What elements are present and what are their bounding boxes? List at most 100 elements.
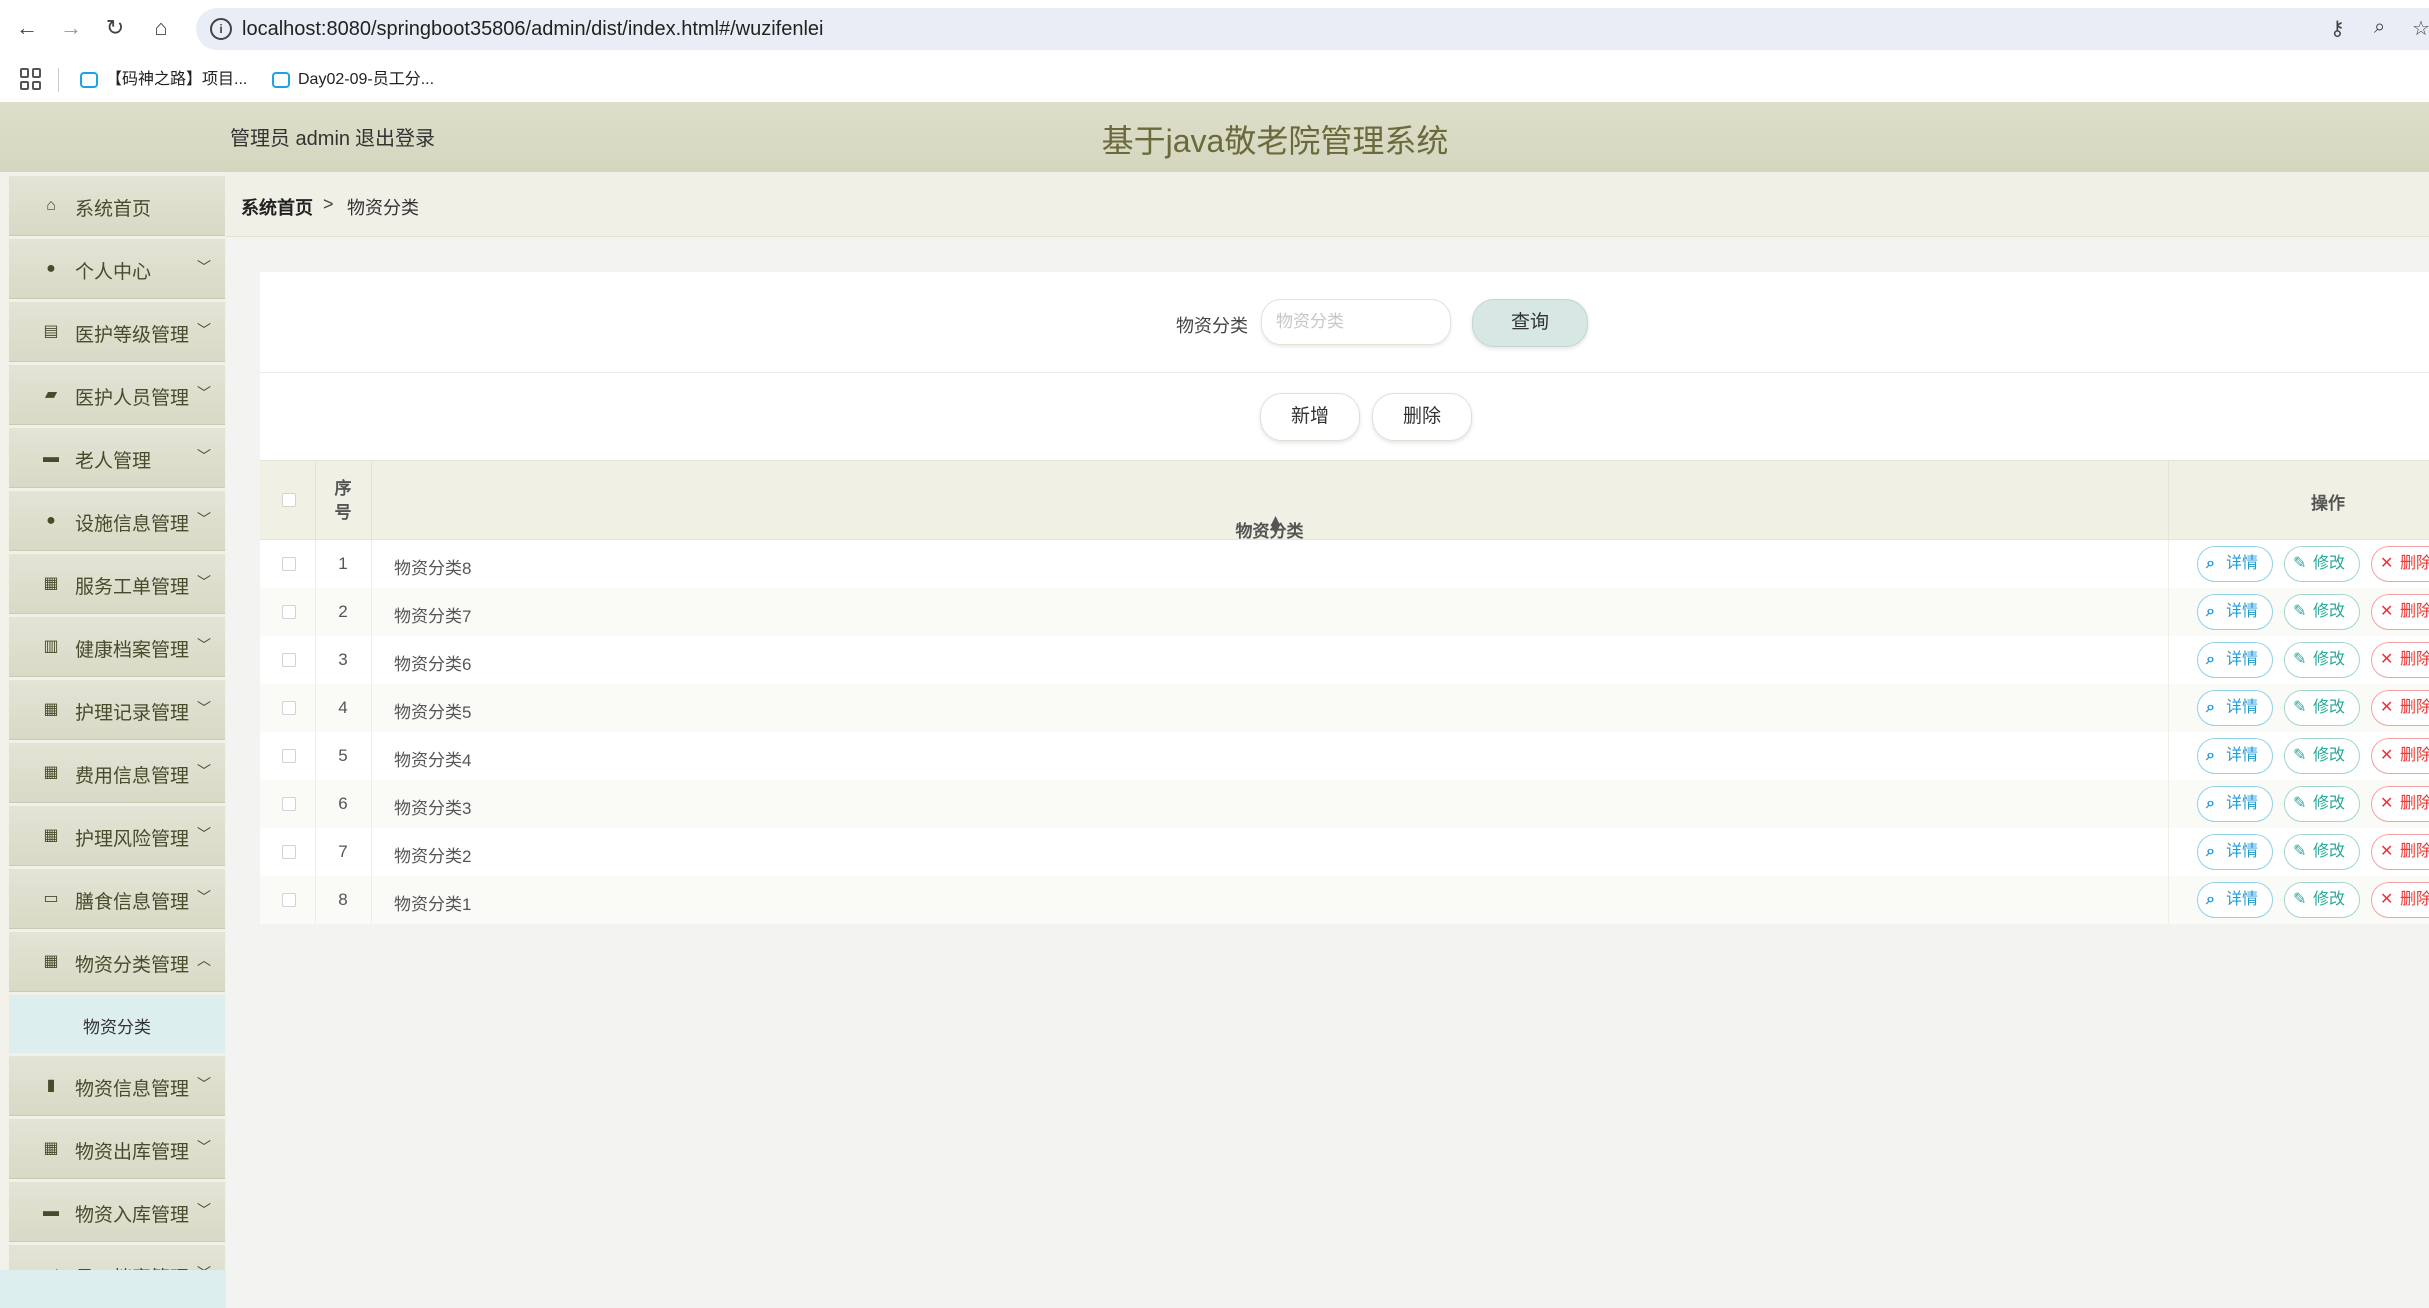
row-index: 8 <box>338 890 348 909</box>
detail-button[interactable]: ⌕ 详情 <box>2197 690 2273 726</box>
detail-button[interactable]: ⌕ 详情 <box>2197 642 2273 678</box>
sidebar-item[interactable]: ▦ 物资出库管理 ﹀ <box>9 1119 225 1179</box>
sidebar-item[interactable]: ⌂ 系统首页 <box>9 176 225 236</box>
sidebar-item[interactable]: ▤ 医护等级管理 ﹀ <box>9 302 225 362</box>
search-icon: ⌕ <box>2206 891 2215 908</box>
sidebar-item[interactable]: ◢员工档案管理﹀ <box>9 1245 225 1270</box>
detail-button[interactable]: ⌕ 详情 <box>2197 786 2273 822</box>
sidebar-item[interactable]: ▥ 健康档案管理 ﹀ <box>9 617 225 677</box>
back-icon[interactable]: ← <box>12 13 42 43</box>
batch-delete-button[interactable]: 删除 <box>1372 393 1472 441</box>
row-checkbox[interactable] <box>282 797 296 811</box>
category-search-input[interactable] <box>1261 299 1451 345</box>
edit-button[interactable]: ✎ 修改 <box>2284 882 2360 918</box>
add-button[interactable]: 新增 <box>1260 393 1360 441</box>
row-index: 1 <box>338 554 348 573</box>
delete-button[interactable]: ✕ 删除 <box>2371 690 2429 726</box>
sort-icon[interactable]: ▲ ▼ <box>377 512 2174 537</box>
star-icon[interactable]: ☆ <box>2412 16 2429 41</box>
delete-button[interactable]: ✕ 删除 <box>2371 546 2429 582</box>
sidebar-item[interactable]: ▰ 医护人员管理 ﹀ <box>9 365 225 425</box>
bilibili-icon <box>80 71 98 88</box>
row-checkbox[interactable] <box>282 749 296 763</box>
home-icon[interactable]: ⌂ <box>146 13 176 43</box>
row-checkbox[interactable] <box>282 845 296 859</box>
chevron-down-icon: ﹀ <box>197 637 211 653</box>
bookmark-label: 【码神之路】项目... <box>106 71 248 88</box>
zoom-icon[interactable]: ⌕ <box>2374 16 2385 39</box>
chevron-up-icon: ︿ <box>197 952 211 968</box>
breadcrumb-home[interactable]: 系统首页 <box>241 194 313 220</box>
bookmark-item[interactable]: Day02-09-员工分... <box>272 68 434 92</box>
chevron-down-icon: ﹀ <box>197 700 211 716</box>
sidebar-item[interactable]: ▮ 物资信息管理 ﹀ <box>9 1056 225 1116</box>
detail-button[interactable]: ⌕ 详情 <box>2197 546 2273 582</box>
delete-button[interactable]: ✕ 删除 <box>2371 882 2429 918</box>
search-icon: ⌕ <box>2206 795 2215 812</box>
delete-button[interactable]: ✕ 删除 <box>2371 738 2429 774</box>
key-icon[interactable]: ⚷ <box>2330 16 2345 41</box>
row-checkbox[interactable] <box>282 653 296 667</box>
header-name[interactable]: 物资分类 ▲ ▼ <box>371 461 2169 541</box>
reload-icon[interactable]: ↻ <box>100 13 130 43</box>
edit-button[interactable]: ✎ 修改 <box>2284 690 2360 726</box>
row-checkbox[interactable] <box>282 557 296 571</box>
chevron-down-icon: ﹀ <box>197 889 211 905</box>
forward-icon[interactable]: → <box>56 13 86 43</box>
delete-button[interactable]: ✕ 删除 <box>2371 786 2429 822</box>
table-row: 1 物资分类8 ⌕ 详情 ✎ 修改 ✕ 删除 <box>260 540 2429 588</box>
logout-link[interactable]: 退出登录 <box>355 122 435 151</box>
edit-button[interactable]: ✎ 修改 <box>2284 594 2360 630</box>
detail-button[interactable]: ⌕ 详情 <box>2197 738 2273 774</box>
sidebar-item[interactable]: ● 个人中心 ﹀ <box>9 239 225 299</box>
row-index: 2 <box>338 602 348 621</box>
sidebar-item[interactable]: ▦ 费用信息管理 ﹀ <box>9 743 225 803</box>
edit-button[interactable]: ✎ 修改 <box>2284 834 2360 870</box>
detail-button[interactable]: ⌕ 详情 <box>2197 882 2273 918</box>
bilibili-icon <box>272 71 290 88</box>
edit-button[interactable]: ✎ 修改 <box>2284 642 2360 678</box>
cell-divider <box>2168 828 2169 876</box>
edit-label: 修改 <box>2313 651 2346 668</box>
sidebar-item[interactable]: ▦ 护理风险管理 ﹀ <box>9 806 225 866</box>
detail-label: 详情 <box>2226 699 2259 716</box>
search-icon: ⌕ <box>2206 843 2215 860</box>
select-all-checkbox[interactable] <box>282 493 296 507</box>
sidebar-item-label: 费用信息管理 <box>75 766 190 787</box>
detail-button[interactable]: ⌕ 详情 <box>2197 594 2273 630</box>
delete-label: 删除 <box>2400 843 2429 860</box>
edit-button[interactable]: ✎ 修改 <box>2284 738 2360 774</box>
sidebar-item[interactable]: ▦ 护理记录管理 ﹀ <box>9 680 225 740</box>
close-icon: ✕ <box>2380 699 2394 716</box>
sidebar-item[interactable]: ▦ 物资分类管理 ︿ <box>9 932 225 992</box>
delete-button[interactable]: ✕ 删除 <box>2371 594 2429 630</box>
header-index: 序号 <box>315 461 372 539</box>
sidebar-item-label: 员工档案管理 <box>75 1263 189 1270</box>
row-category-name: 物资分类2 <box>394 847 472 866</box>
sidebar-item[interactable]: ● 设施信息管理 ﹀ <box>9 491 225 551</box>
row-checkbox[interactable] <box>282 701 296 715</box>
sidebar-item[interactable]: ▬ 物资入库管理 ﹀ <box>9 1182 225 1242</box>
header-index-label: 序号 <box>334 479 352 522</box>
address-url[interactable]: localhost:8080/springboot35806/admin/dis… <box>242 18 823 41</box>
sidebar-subitem-active[interactable]: 物资分类 <box>9 995 225 1053</box>
search-icon: ⌕ <box>2206 603 2215 620</box>
delete-button[interactable]: ✕ 删除 <box>2371 642 2429 678</box>
query-button[interactable]: 查询 <box>1472 299 1588 347</box>
bookmark-item[interactable]: 【码神之路】项目... <box>80 68 247 92</box>
edit-button[interactable]: ✎ 修改 <box>2284 786 2360 822</box>
edit-button[interactable]: ✎ 修改 <box>2284 546 2360 582</box>
sidebar-item[interactable]: ▦ 服务工单管理 ﹀ <box>9 554 225 614</box>
detail-button[interactable]: ⌕ 详情 <box>2197 834 2273 870</box>
address-bar[interactable]: i localhost:8080/springboot35806/admin/d… <box>196 8 2429 50</box>
apps-icon[interactable] <box>20 68 42 90</box>
chevron-down-icon: ﹀ <box>197 511 211 527</box>
delete-button[interactable]: ✕ 删除 <box>2371 834 2429 870</box>
sidebar-item-label: 物资出库管理 <box>75 1142 190 1163</box>
sidebar-item[interactable]: ▬ 老人管理 ﹀ <box>9 428 225 488</box>
row-index: 3 <box>338 650 348 669</box>
sidebar-item[interactable]: ▭ 膳食信息管理 ﹀ <box>9 869 225 929</box>
row-checkbox[interactable] <box>282 893 296 907</box>
row-checkbox[interactable] <box>282 605 296 619</box>
site-info-icon[interactable]: i <box>210 18 232 40</box>
